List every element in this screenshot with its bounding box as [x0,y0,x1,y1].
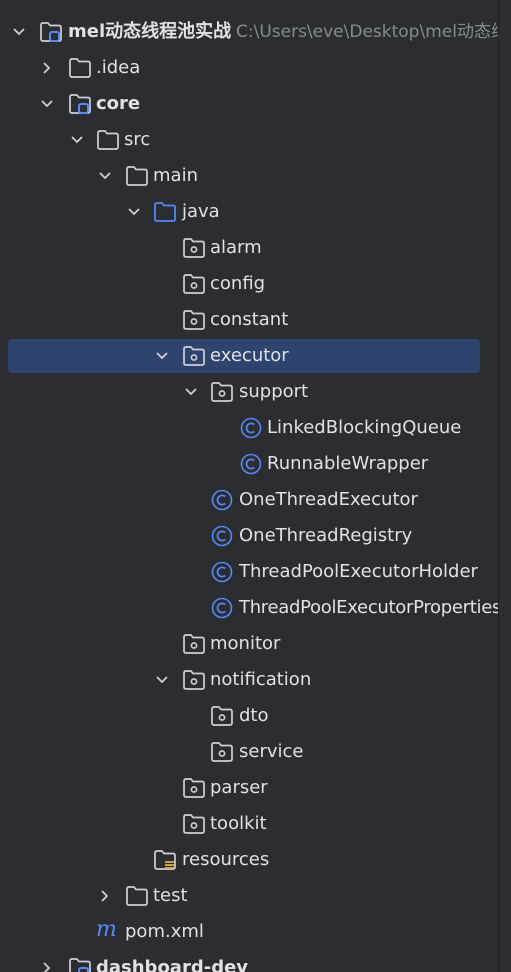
java-class-icon [211,561,233,583]
tree-row-executor[interactable]: executor [0,338,500,374]
folder-icon [126,886,148,906]
tree-label-src: src [124,129,151,150]
package-icon [183,670,205,690]
tree-label-pom: pom.xml [125,921,204,942]
tree-label-runnable-wrapper: RunnableWrapper [267,453,429,474]
tree-row-src[interactable]: src [0,122,500,158]
tree-label-main: main [153,165,198,186]
tree-row-thread-pool-executor-properties[interactable]: ThreadPoolExecutorProperties [0,590,502,626]
tree-label-resources: resources [182,849,270,870]
tree-label-thread-pool-executor-properties: ThreadPoolExecutorProperties [239,597,502,618]
tree-row-monitor[interactable]: monitor [0,626,500,662]
tree-row-alarm[interactable]: alarm [0,230,500,266]
chevron-down-icon[interactable] [68,131,86,149]
tree-label-support: support [239,381,309,402]
folder-icon [126,166,148,186]
tree-row-parser[interactable]: parser [0,770,500,806]
tree-label-root: mel动态线程池实战 [68,21,232,42]
package-icon [183,634,205,654]
tree-label-executor: executor [210,345,289,366]
chevron-down-icon[interactable] [182,383,200,401]
java-class-icon [211,489,233,511]
tree-row-support[interactable]: support [0,374,500,410]
chevron-right-icon[interactable] [96,887,114,905]
package-icon [183,814,205,834]
chevron-down-icon[interactable] [38,95,56,113]
package-icon [183,346,205,366]
tree-label-one-thread-registry: OneThreadRegistry [239,525,413,546]
java-class-icon [211,597,233,619]
tree-row-dashboard-dev[interactable]: dashboard-dev [0,950,500,972]
tree-row-config[interactable]: config [0,266,500,302]
chevron-down-icon[interactable] [125,203,143,221]
tree-label-dto: dto [239,705,269,726]
chevron-down-icon[interactable] [10,23,28,41]
project-path: C:\Users\eve\Desktop\mel动态线 [236,22,508,42]
tree-row-service[interactable]: service [0,734,500,770]
chevron-right-icon[interactable] [38,959,56,972]
tree-row-linked-blocking-queue[interactable]: LinkedBlockingQueue [0,410,500,446]
tree-label-config: config [210,273,266,294]
package-icon [211,706,233,726]
tree-label-java: java [182,201,220,222]
tree-row-dto[interactable]: dto [0,698,500,734]
folder-icon [97,130,119,150]
module-folder-icon [69,958,91,972]
vertical-scrollbar[interactable] [498,0,511,972]
maven-icon: m [96,917,117,942]
folder-icon [69,58,91,78]
tree-label-notification: notification [210,669,312,690]
tree-row-test[interactable]: test [0,878,500,914]
tree-label-toolkit: toolkit [210,813,267,834]
tree-label-parser: parser [210,777,268,798]
chevron-down-icon[interactable] [96,167,114,185]
package-icon [211,742,233,762]
package-icon [183,274,205,294]
tree-label-monitor: monitor [210,633,281,654]
tree-row-one-thread-registry[interactable]: OneThreadRegistry [0,518,500,554]
source-folder-icon [154,202,176,222]
tree-row-pom[interactable]: m pom.xml [0,914,500,950]
tree-label-alarm: alarm [210,237,262,258]
tree-row-notification[interactable]: notification [0,662,500,698]
package-icon [183,778,205,798]
chevron-down-icon[interactable] [153,347,171,365]
project-tree: mel动态线程池实战 C:\Users\eve\Desktop\mel动态线 .… [0,0,511,972]
tree-row-resources[interactable]: resources [0,842,500,878]
tree-row-constant[interactable]: constant [0,302,500,338]
tree-row-thread-pool-executor-holder[interactable]: ThreadPoolExecutorHolder [0,554,500,590]
tree-label-dashboard-dev: dashboard-dev [96,957,249,972]
tree-row-java[interactable]: java [0,194,500,230]
chevron-down-icon[interactable] [153,671,171,689]
java-class-icon [211,525,233,547]
package-icon [183,310,205,330]
tree-label-one-thread-executor: OneThreadExecutor [239,489,418,510]
module-folder-icon [69,94,91,114]
tree-label-service: service [239,741,304,762]
resources-folder-icon [154,850,176,870]
tree-row-core[interactable]: core [0,86,500,122]
tree-label-test: test [153,885,188,906]
package-icon [211,382,233,402]
tree-label-idea: .idea [96,57,141,78]
tree-row-one-thread-executor[interactable]: OneThreadExecutor [0,482,500,518]
java-class-icon [240,453,262,475]
module-folder-icon [40,22,62,42]
tree-label-thread-pool-executor-holder: ThreadPoolExecutorHolder [239,561,478,582]
java-class-icon [240,417,262,439]
tree-label-linked-blocking-queue: LinkedBlockingQueue [267,417,462,438]
tree-row-toolkit[interactable]: toolkit [0,806,500,842]
tree-label-constant: constant [210,309,289,330]
tree-label-core: core [96,93,141,114]
tree-row-idea[interactable]: .idea [0,50,500,86]
tree-row-runnable-wrapper[interactable]: RunnableWrapper [0,446,500,482]
tree-row-main[interactable]: main [0,158,500,194]
tree-row-root-project[interactable]: mel动态线程池实战 C:\Users\eve\Desktop\mel动态线 [0,14,508,50]
chevron-right-icon[interactable] [38,59,56,77]
package-icon [183,238,205,258]
